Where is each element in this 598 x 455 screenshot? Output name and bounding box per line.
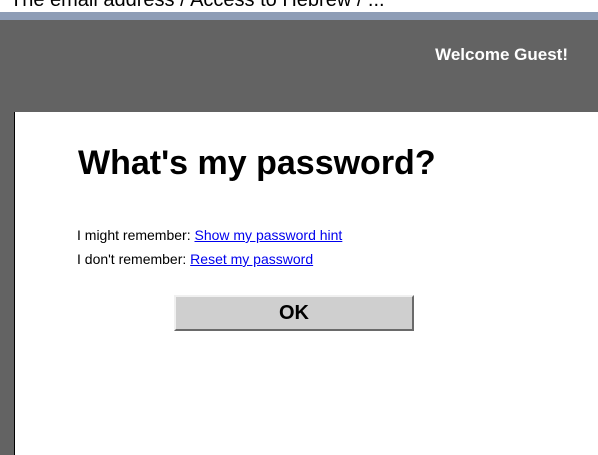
- cut-off-top-text: The email address / Access to Hebrew / .…: [0, 0, 598, 12]
- reset-password-link[interactable]: Reset my password: [190, 251, 313, 267]
- dialog-title: What's my password?: [78, 144, 436, 182]
- browser-viewport: The email address / Access to Hebrew / .…: [0, 0, 598, 455]
- ok-button[interactable]: OK: [174, 295, 414, 331]
- page-header: Welcome Guest!: [0, 20, 598, 98]
- reset-password-option: I don't remember: Reset my password: [77, 251, 313, 267]
- content-left-border: [0, 98, 14, 455]
- password-hint-prefix: I might remember:: [77, 227, 195, 243]
- welcome-message: Welcome Guest!: [435, 45, 568, 64]
- top-strip: [0, 12, 598, 20]
- reset-password-prefix: I don't remember:: [77, 251, 191, 267]
- content-top-border: [0, 98, 598, 112]
- password-hint-option: I might remember: Show my password hint: [77, 227, 342, 243]
- show-password-hint-link[interactable]: Show my password hint: [194, 227, 342, 243]
